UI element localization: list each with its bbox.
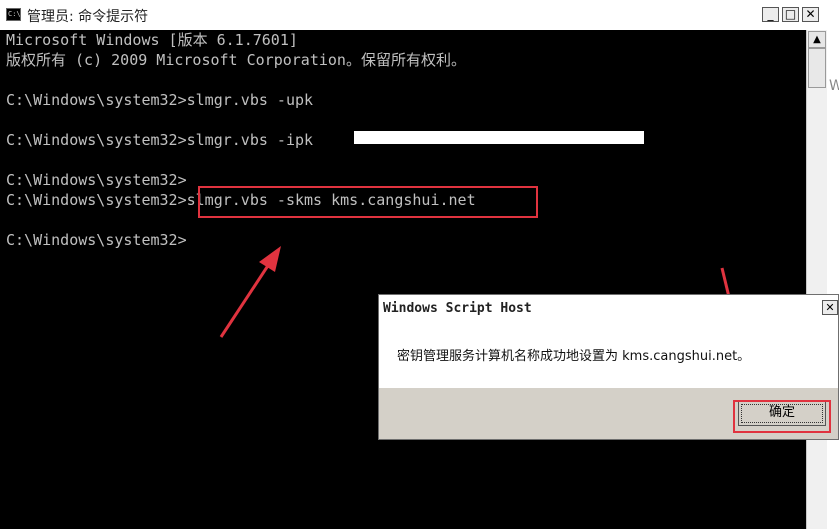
command-highlight-box — [198, 186, 538, 218]
scroll-up-button[interactable]: ▲ — [808, 31, 826, 48]
maximize-button[interactable]: □ — [782, 7, 799, 22]
dialog-body: 密钥管理服务计算机名称成功地设置为 kms.cangshui.net。 — [379, 321, 838, 388]
cmd-window: C:\ 管理员: 命令提示符 _ □ ✕ Microsoft Windows [… — [0, 0, 839, 529]
console-line: C:\Windows\system32>slmgr.vbs -upk — [6, 91, 314, 109]
dialog-title: Windows Script Host — [383, 301, 532, 316]
ok-highlight-box — [733, 400, 831, 433]
product-key-redaction — [354, 131, 644, 144]
background-window-strip: W — [827, 30, 839, 529]
background-window-text: W — [829, 78, 839, 94]
console-line: C:\Windows\system32> — [6, 231, 187, 249]
console-line: C:\Windows\system32> — [6, 171, 187, 189]
console-line: 版权所有 (c) 2009 Microsoft Corporation。保留所有… — [6, 51, 466, 69]
title-bar[interactable]: C:\ 管理员: 命令提示符 _ □ ✕ — [0, 0, 839, 31]
dialog-message: 密钥管理服务计算机名称成功地设置为 kms.cangshui.net。 — [397, 349, 751, 364]
console-line: Microsoft Windows [版本 6.1.7601] — [6, 31, 298, 49]
console-area[interactable]: Microsoft Windows [版本 6.1.7601] 版权所有 (c)… — [0, 30, 806, 529]
minimize-button[interactable]: _ — [762, 7, 779, 22]
close-button[interactable]: ✕ — [802, 7, 819, 22]
dialog-close-button[interactable]: ✕ — [822, 300, 838, 315]
scroll-thumb[interactable] — [808, 48, 826, 88]
console-line: C:\Windows\system32>slmgr.vbs -ipk — [6, 131, 314, 149]
dialog-title-bar[interactable]: Windows Script Host ✕ — [379, 295, 838, 322]
cmd-icon: C:\ — [6, 8, 21, 21]
vertical-scrollbar[interactable]: ▲ — [806, 30, 827, 529]
window-title: 管理员: 命令提示符 — [27, 9, 149, 25]
